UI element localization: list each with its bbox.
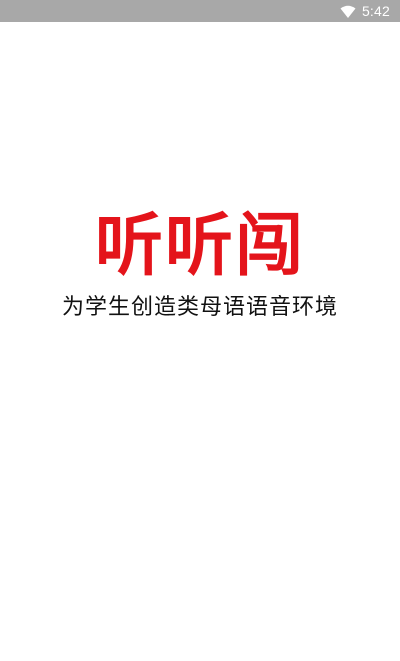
app-tagline: 为学生创造类母语语音环境 (61, 295, 338, 320)
wifi-icon (340, 4, 356, 18)
app-title-logo: 听听闯 (94, 207, 305, 286)
status-time: 5:42 (361, 3, 390, 19)
splash-screen: 听听闯 为学生创造类母语语音环境 (0, 22, 400, 661)
status-bar: 5:42 (0, 0, 400, 22)
